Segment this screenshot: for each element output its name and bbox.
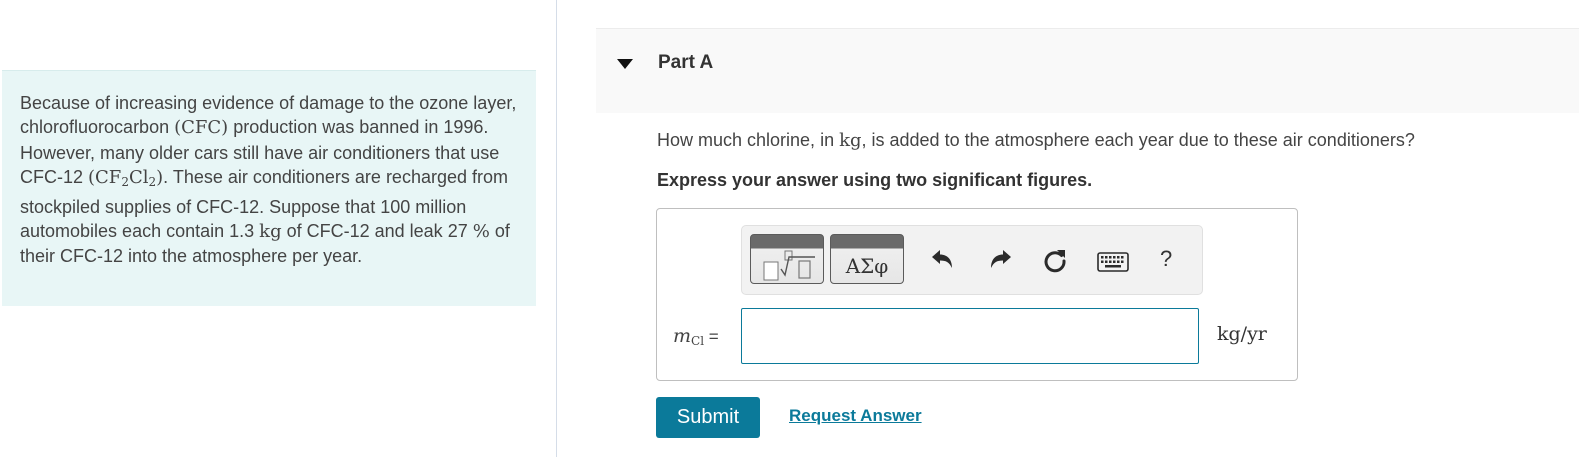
problem-text-4: of CFC-12 and leak 27 — [281, 221, 473, 242]
formula-sub-2: 2 — [148, 175, 157, 190]
formula-open: (CF — [88, 167, 122, 189]
keyboard-icon[interactable] — [1097, 252, 1129, 272]
percent-math: % — [472, 221, 490, 243]
page: Because of increasing evidence of damage… — [0, 0, 1579, 457]
question-unit: kg — [839, 130, 862, 151]
redo-icon[interactable] — [988, 248, 1014, 272]
request-answer-link[interactable]: Request Answer — [789, 406, 922, 426]
answer-box: ΑΣφ ? mCl = kg/yr — [656, 208, 1298, 381]
submit-button[interactable]: Submit — [656, 397, 760, 438]
answer-instruction: Express your answer using two significan… — [657, 170, 1093, 190]
greek-symbols-button[interactable]: ΑΣφ — [830, 234, 904, 284]
part-title: Part A — [658, 52, 714, 73]
caret-down-icon[interactable] — [617, 59, 633, 69]
reset-icon[interactable] — [1042, 248, 1068, 274]
formula-math: (CF2Cl2) — [88, 167, 163, 190]
question-text: How much chlorine, in kg, is added to th… — [657, 130, 1415, 151]
help-icon[interactable]: ? — [1160, 246, 1172, 272]
variable-symbol: m — [673, 325, 692, 347]
variable-label: mCl = — [673, 325, 719, 348]
formula-mid: Cl — [128, 167, 149, 189]
question-pre: How much chlorine, in — [657, 130, 840, 150]
answer-input[interactable] — [741, 308, 1199, 364]
column-divider — [556, 0, 557, 457]
part-a-header[interactable]: Part A — [596, 28, 1579, 113]
templates-button[interactable] — [750, 234, 824, 284]
kg-unit-math: kg — [259, 221, 282, 243]
units-label: kg/yr — [1217, 323, 1267, 345]
templates-icon — [763, 250, 815, 281]
problem-statement: Because of increasing evidence of damage… — [2, 70, 536, 306]
question-post: , is added to the atmosphere each year d… — [861, 130, 1415, 150]
math-toolbar: ΑΣφ ? — [741, 225, 1203, 295]
formula-sub-1: 2 — [121, 175, 129, 190]
variable-subscript: Cl — [691, 334, 705, 348]
greek-symbols-label: ΑΣφ — [845, 254, 889, 278]
undo-icon[interactable] — [929, 248, 955, 272]
equals-sign: = — [704, 327, 719, 346]
cfc-math: (CFC) — [174, 117, 229, 139]
